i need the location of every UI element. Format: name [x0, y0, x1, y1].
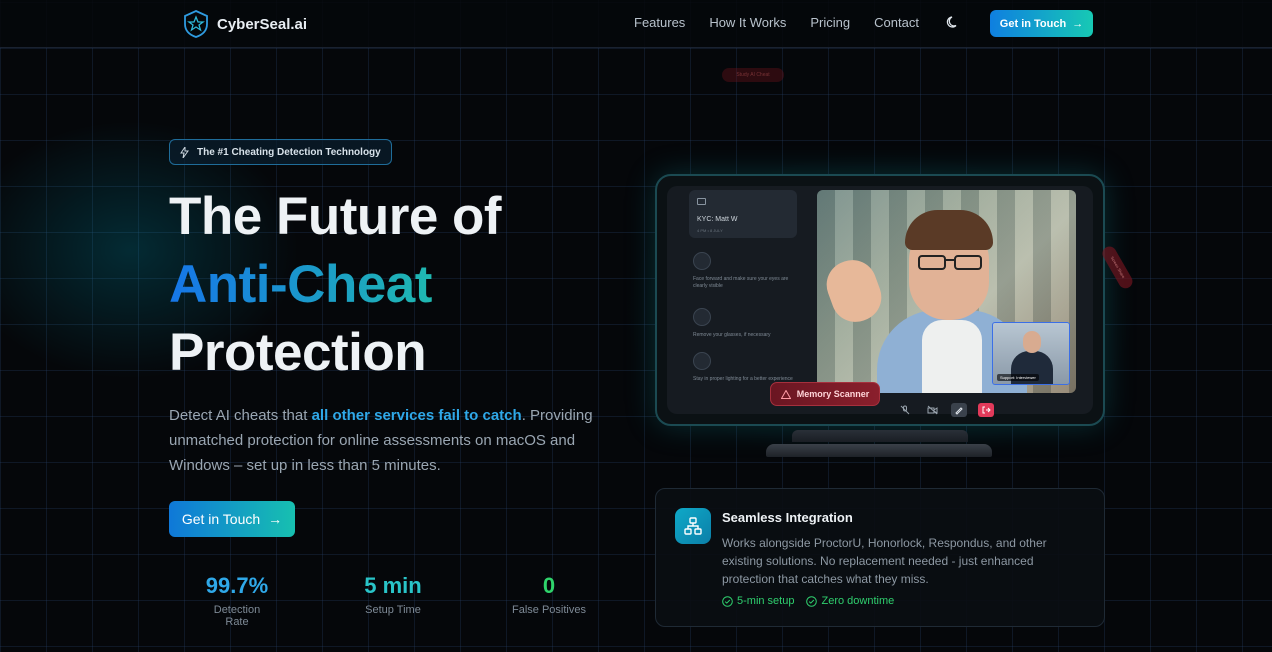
stat-value: 0: [542, 573, 556, 598]
sun-icon: [693, 352, 711, 370]
hero-title-line-3: Protection: [169, 323, 427, 382]
desc-highlight: all other services fail to catch: [311, 407, 522, 424]
nav-links: Features How It Works Pricing Contact: [634, 15, 919, 30]
nav-cta-label: Get in Touch: [999, 17, 1067, 30]
glasses-icon: [693, 308, 711, 326]
kyc-subtitle: 4 PM • 8 JULY: [697, 228, 723, 233]
leave-call-icon[interactable]: [978, 403, 994, 417]
kyc-title: KYC: Matt W: [697, 216, 738, 223]
id-card-icon: [697, 198, 706, 205]
stat-label: False Positives: [512, 604, 586, 616]
stat-detection-rate: 99.7% Detection Rate: [201, 573, 273, 628]
integration-tags: 5-min setup Zero downtime: [722, 595, 894, 607]
hero-title-line-2: Anti-Cheat: [169, 255, 432, 314]
device-screen: KYC: Matt W 4 PM • 8 JULY Face forward a…: [667, 186, 1093, 414]
stat-value: 5 min: [364, 573, 422, 598]
nav-get-in-touch-button[interactable]: Get in Touch →: [990, 10, 1093, 37]
desc-pre: Detect AI cheats that: [169, 407, 312, 424]
lightning-icon: [180, 146, 189, 158]
hero-description: Detect AI cheats that all other services…: [169, 403, 619, 478]
hero-cta-label: Get in Touch: [181, 511, 261, 527]
warning-icon: [780, 389, 791, 399]
nav-link-contact[interactable]: Contact: [874, 15, 919, 30]
shield-star-icon: [184, 10, 208, 38]
integration-title: Seamless Integration: [722, 510, 853, 525]
device-base: [766, 444, 992, 457]
stat-label: Setup Time: [365, 604, 421, 616]
stat-false-positives: 0 False Positives: [509, 573, 589, 616]
moon-icon[interactable]: [946, 15, 960, 29]
video-feed: Support: Interviewer: [817, 190, 1076, 393]
kyc-step-text: Face forward and make sure your eyes are…: [693, 276, 789, 289]
person-glasses: [918, 255, 982, 270]
memory-scanner-label: Memory Scanner: [796, 389, 870, 399]
arrow-right-icon: →: [1072, 17, 1084, 30]
integration-text: Works alongside ProctorU, Honorlock, Res…: [722, 536, 1047, 586]
arrow-right-icon: →: [268, 511, 283, 527]
nav-link-pricing[interactable]: Pricing: [810, 15, 850, 30]
face-icon: [693, 252, 711, 270]
device-stand: [792, 430, 968, 442]
device-mockup: KYC: Matt W 4 PM • 8 JULY Face forward a…: [655, 174, 1105, 426]
nav-link-features[interactable]: Features: [634, 15, 685, 30]
brand-logo[interactable]: CyberSeal.ai: [183, 10, 307, 38]
memory-scanner-badge: Memory Scanner: [770, 382, 880, 406]
check-circle-icon: [722, 595, 733, 607]
integration-card: Seamless Integration Works alongside Pro…: [655, 488, 1105, 627]
camera-off-icon[interactable]: [924, 403, 940, 417]
check-circle-icon: [806, 595, 818, 607]
hero-get-in-touch-button[interactable]: Get in Touch →: [169, 501, 295, 537]
brand-name: CyberSeal.ai: [217, 15, 308, 33]
tag-setup: 5-min setup: [722, 595, 794, 607]
kyc-step: Face forward and make sure your eyes are…: [693, 252, 793, 290]
hero-pill-text: The #1 Cheating Detection Technology: [197, 146, 381, 158]
nav-link-how-it-works[interactable]: How It Works: [709, 15, 786, 30]
hero-title-line-1: The Future of: [169, 187, 502, 246]
stat-label: Detection Rate: [213, 604, 261, 628]
kyc-step: Remove your glasses, if necessary: [693, 308, 793, 339]
ghost-badge: Study AI Cheat: [722, 68, 784, 82]
stat-value: 99.7%: [205, 573, 269, 598]
stat-setup-time: 5 min Setup Time: [358, 573, 428, 616]
tag-label: Zero downtime: [821, 595, 895, 607]
pip-label: Support: Interviewer: [997, 374, 1039, 381]
hero-pill: The #1 Cheating Detection Technology: [169, 139, 392, 165]
kyc-step-text: Remove your glasses, if necessary: [693, 332, 771, 338]
tag-downtime: Zero downtime: [806, 595, 894, 607]
network-icon: [675, 508, 711, 544]
kyc-step: Stay in proper lighting for a better exp…: [693, 352, 793, 383]
top-nav: CyberSeal.ai Features How It Works Prici…: [0, 0, 1272, 48]
pen-icon[interactable]: [951, 403, 967, 417]
tag-label: 5-min setup: [737, 595, 795, 607]
mic-off-icon[interactable]: [897, 403, 913, 417]
kyc-card: KYC: Matt W 4 PM • 8 JULY: [689, 190, 797, 238]
pip-video[interactable]: Support: Interviewer: [992, 322, 1070, 385]
